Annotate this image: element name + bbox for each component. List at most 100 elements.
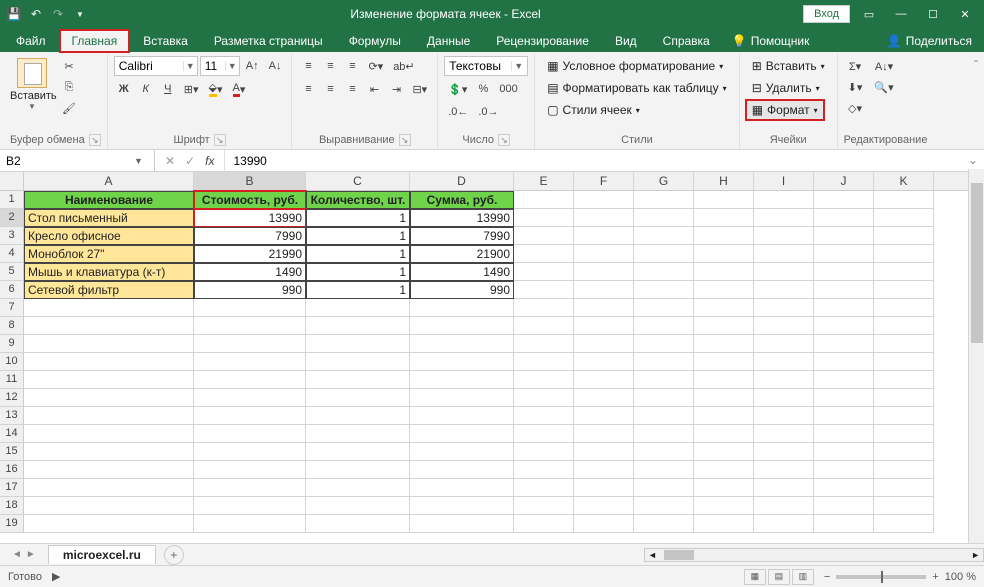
col-header-D[interactable]: D (410, 172, 514, 190)
cell-D1[interactable]: Сумма, руб. (410, 191, 514, 209)
cell-F16[interactable] (574, 461, 634, 479)
cell-B2[interactable]: 13990 (194, 209, 306, 227)
cell-K5[interactable] (874, 263, 934, 281)
cell-J11[interactable] (814, 371, 874, 389)
cell-G19[interactable] (634, 515, 694, 533)
cell-J10[interactable] (814, 353, 874, 371)
cell-F6[interactable] (574, 281, 634, 299)
cell-F11[interactable] (574, 371, 634, 389)
cell-C16[interactable] (306, 461, 410, 479)
row-header[interactable]: 15 (0, 443, 24, 461)
grow-font-icon[interactable]: A↑ (242, 56, 263, 76)
page-layout-view-icon[interactable]: ▤ (768, 569, 790, 585)
cell-F8[interactable] (574, 317, 634, 335)
cell-F5[interactable] (574, 263, 634, 281)
cell-J6[interactable] (814, 281, 874, 299)
cell-G18[interactable] (634, 497, 694, 515)
cell-E3[interactable] (514, 227, 574, 245)
cell-G12[interactable] (634, 389, 694, 407)
cell-F14[interactable] (574, 425, 634, 443)
cell-I7[interactable] (754, 299, 814, 317)
number-format-combo[interactable]: ▼ (444, 56, 528, 76)
row-header[interactable]: 11 (0, 371, 24, 389)
cell-A5[interactable]: Мышь и клавиатура (к-т) (24, 263, 194, 281)
cell-K2[interactable] (874, 209, 934, 227)
tab-page-layout[interactable]: Разметка страницы (202, 30, 335, 52)
expand-formula-bar-icon[interactable]: ⌄ (962, 150, 984, 171)
cell-D7[interactable] (410, 299, 514, 317)
tab-home[interactable]: Главная (60, 30, 130, 52)
cell-J4[interactable] (814, 245, 874, 263)
format-as-table-button[interactable]: ▤Форматировать как таблицу▾ (541, 78, 733, 98)
cell-H4[interactable] (694, 245, 754, 263)
cell-I8[interactable] (754, 317, 814, 335)
italic-button[interactable]: К (136, 79, 156, 99)
cell-D12[interactable] (410, 389, 514, 407)
ribbon-display-icon[interactable]: ▭ (856, 4, 882, 24)
cell-I14[interactable] (754, 425, 814, 443)
cell-A13[interactable] (24, 407, 194, 425)
cell-B1[interactable]: Стоимость, руб. (194, 191, 306, 209)
undo-icon[interactable]: ↶ (28, 6, 44, 22)
cell-D10[interactable] (410, 353, 514, 371)
cell-J3[interactable] (814, 227, 874, 245)
cell-G14[interactable] (634, 425, 694, 443)
cell-A19[interactable] (24, 515, 194, 533)
cell-C14[interactable] (306, 425, 410, 443)
cell-D15[interactable] (410, 443, 514, 461)
align-top-icon[interactable]: ≡ (298, 56, 318, 76)
cell-D18[interactable] (410, 497, 514, 515)
cell-A3[interactable]: Кресло офисное (24, 227, 194, 245)
cell-B17[interactable] (194, 479, 306, 497)
indent-dec-icon[interactable]: ⇤ (364, 79, 384, 99)
qat-dropdown-icon[interactable]: ▼ (72, 6, 88, 22)
format-painter-icon[interactable]: 🖌 (58, 98, 80, 118)
delete-cells-button[interactable]: ⊟Удалить▾ (746, 78, 826, 98)
cell-H7[interactable] (694, 299, 754, 317)
cell-E12[interactable] (514, 389, 574, 407)
cell-K19[interactable] (874, 515, 934, 533)
cell-K10[interactable] (874, 353, 934, 371)
cell-J13[interactable] (814, 407, 874, 425)
cell-I1[interactable] (754, 191, 814, 209)
cell-J2[interactable] (814, 209, 874, 227)
cell-H2[interactable] (694, 209, 754, 227)
cell-F18[interactable] (574, 497, 634, 515)
cell-E5[interactable] (514, 263, 574, 281)
cell-D13[interactable] (410, 407, 514, 425)
tab-help[interactable]: Справка (651, 30, 722, 52)
cell-A6[interactable]: Сетевой фильтр (24, 281, 194, 299)
cell-E10[interactable] (514, 353, 574, 371)
clear-icon[interactable]: ◇▾ (844, 98, 867, 118)
cell-D14[interactable] (410, 425, 514, 443)
cell-I18[interactable] (754, 497, 814, 515)
cell-C15[interactable] (306, 443, 410, 461)
cell-G10[interactable] (634, 353, 694, 371)
cell-I9[interactable] (754, 335, 814, 353)
cell-G15[interactable] (634, 443, 694, 461)
tab-insert[interactable]: Вставка (131, 30, 200, 52)
cell-C11[interactable] (306, 371, 410, 389)
cell-B4[interactable]: 21990 (194, 245, 306, 263)
align-right-icon[interactable]: ≡ (342, 79, 362, 99)
cell-G17[interactable] (634, 479, 694, 497)
cell-E4[interactable] (514, 245, 574, 263)
tab-view[interactable]: Вид (603, 30, 649, 52)
cell-G2[interactable] (634, 209, 694, 227)
close-icon[interactable]: ✕ (952, 4, 978, 24)
cell-E2[interactable] (514, 209, 574, 227)
cell-I10[interactable] (754, 353, 814, 371)
cell-B19[interactable] (194, 515, 306, 533)
clipboard-dialog-launcher[interactable]: ↘ (89, 134, 101, 146)
col-header-H[interactable]: H (694, 172, 754, 190)
row-header[interactable]: 4 (0, 245, 24, 263)
cell-I13[interactable] (754, 407, 814, 425)
cell-J14[interactable] (814, 425, 874, 443)
cell-B3[interactable]: 7990 (194, 227, 306, 245)
cell-G4[interactable] (634, 245, 694, 263)
cell-K16[interactable] (874, 461, 934, 479)
copy-icon[interactable]: ⎘ (58, 77, 80, 97)
horizontal-scrollbar[interactable]: ◄► (644, 548, 984, 562)
shrink-font-icon[interactable]: A↓ (265, 56, 286, 76)
cell-G3[interactable] (634, 227, 694, 245)
